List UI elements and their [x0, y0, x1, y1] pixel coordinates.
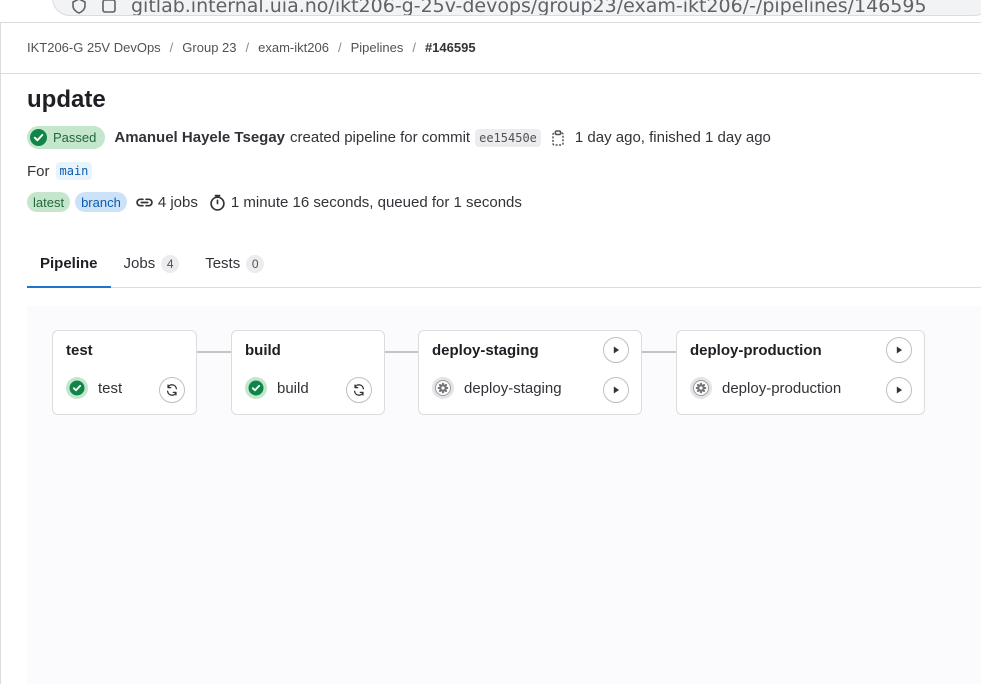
page-title: update — [27, 86, 106, 113]
browser-address-bar[interactable]: gitlab.internal.uia.no/ikt206-g-25v-devo… — [52, 0, 981, 16]
job-name: test — [98, 379, 123, 397]
pipeline-info-row: latest branch 4 jobs 1 minute 16 seconds… — [27, 192, 522, 212]
pipeline-time: 1 day ago, finished 1 day ago — [574, 129, 771, 146]
breadcrumb: IKT206-G 25V DevOps / Group 23 / exam-ik… — [27, 40, 476, 55]
sidebar-divider — [0, 22, 1, 684]
retry-icon — [353, 384, 365, 396]
status-badge[interactable]: Passed — [27, 126, 106, 149]
timer-icon — [210, 194, 225, 211]
latest-badge: latest — [27, 192, 71, 212]
job-deploy-staging[interactable]: deploy-staging — [432, 377, 562, 399]
pipeline-jobs-icon — [136, 197, 153, 207]
pipeline-tabs: Pipeline Jobs 4 Tests 0 — [27, 240, 981, 288]
breadcrumb-divider — [0, 73, 981, 74]
pipeline-ref-row: For main — [27, 162, 93, 180]
job-name: build — [277, 379, 309, 397]
commit-sha-link[interactable]: ee15450e — [475, 128, 541, 147]
job-test[interactable]: test — [66, 377, 122, 399]
tab-pipeline[interactable]: Pipeline — [27, 240, 111, 288]
check-circle-icon — [245, 377, 267, 399]
play-icon — [613, 346, 620, 354]
breadcrumb-project[interactable]: exam-ikt206 — [258, 40, 329, 55]
header-divider — [0, 22, 981, 23]
browser-url[interactable]: gitlab.internal.uia.no/ikt206-g-25v-devo… — [131, 0, 927, 15]
author-link[interactable]: Amanuel Hayele Tsegay — [114, 129, 285, 146]
breadcrumb-subgroup[interactable]: Group 23 — [182, 40, 236, 55]
job-build[interactable]: build — [245, 377, 309, 399]
stage-deploy-staging: deploy-staging deploy-staging — [418, 330, 642, 415]
retry-icon — [166, 384, 178, 396]
for-label: For — [27, 162, 50, 180]
gear-icon — [432, 377, 454, 399]
play-icon — [896, 386, 903, 394]
job-name: deploy-staging — [464, 379, 562, 397]
play-icon — [613, 386, 620, 394]
retry-button[interactable] — [346, 377, 372, 403]
play-button[interactable] — [886, 377, 912, 403]
stage-name: deploy-staging — [432, 342, 539, 359]
site-info-icon[interactable] — [71, 0, 87, 14]
breadcrumb-group[interactable]: IKT206-G 25V DevOps — [27, 40, 161, 55]
breadcrumb-pipelines[interactable]: Pipelines — [351, 40, 404, 55]
check-circle-icon — [66, 377, 88, 399]
tab-pipeline-label: Pipeline — [40, 255, 98, 272]
retry-button[interactable] — [159, 377, 185, 403]
breadcrumb-separator: / — [169, 40, 174, 55]
stage-name: test — [66, 342, 93, 359]
stage-deploy-production: deploy-production deploy-production — [676, 330, 925, 415]
jobs-count-badge: 4 — [161, 254, 180, 273]
breadcrumb-separator: / — [412, 40, 416, 55]
breadcrumb-separator: / — [337, 40, 342, 55]
stage-connector — [642, 351, 676, 353]
breadcrumb-pipeline-id[interactable]: #146595 — [425, 40, 476, 55]
tests-count-badge: 0 — [246, 254, 265, 273]
tab-search-icon[interactable] — [101, 0, 117, 14]
play-icon — [896, 346, 903, 354]
clipboard-icon[interactable] — [550, 129, 566, 146]
stage-test: test test — [52, 330, 197, 415]
branch-badge: branch — [75, 192, 127, 212]
breadcrumb-separator: / — [245, 40, 250, 55]
status-badge-label: Passed — [53, 130, 97, 145]
ref-link[interactable]: main — [55, 162, 93, 180]
tab-jobs-label: Jobs — [123, 255, 156, 272]
gear-icon — [690, 377, 712, 399]
job-name: deploy-production — [722, 379, 842, 397]
pipeline-duration: 1 minute 16 seconds, queued for 1 second… — [230, 193, 522, 211]
play-button[interactable] — [603, 377, 629, 403]
tab-jobs[interactable]: Jobs 4 — [111, 240, 193, 287]
jobs-count: 4 jobs — [157, 193, 198, 211]
created-text: created pipeline for commit — [290, 129, 471, 146]
stage-play-button[interactable] — [886, 337, 912, 363]
job-deploy-production[interactable]: deploy-production — [690, 377, 841, 399]
stage-connector — [197, 351, 231, 353]
stage-build: build build — [231, 330, 385, 415]
stage-name: build — [245, 342, 281, 359]
check-circle-icon — [30, 129, 47, 146]
stage-play-button[interactable] — [603, 337, 629, 363]
tab-tests-label: Tests — [205, 255, 241, 272]
pipeline-meta: Passed Amanuel Hayele Tsegay created pip… — [27, 126, 771, 149]
tab-tests[interactable]: Tests 0 — [192, 240, 277, 287]
stage-name: deploy-production — [690, 342, 822, 359]
stage-connector — [385, 351, 418, 353]
